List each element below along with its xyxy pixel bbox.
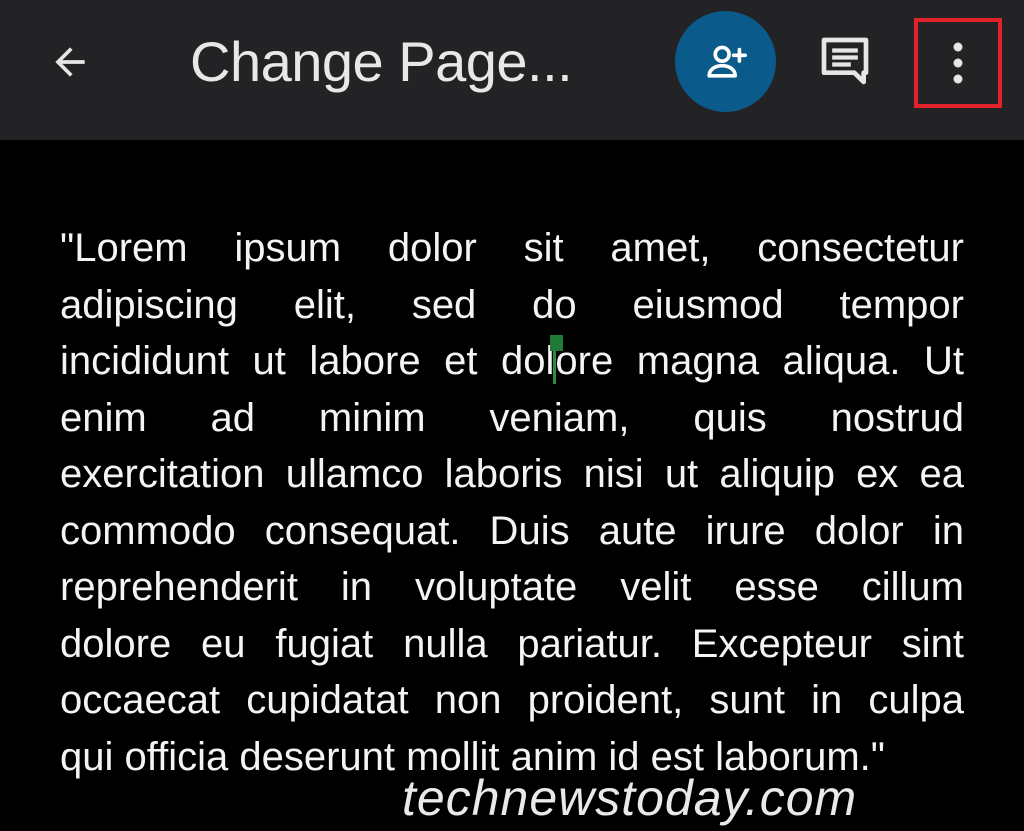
app-bar: Change Page... [0, 0, 1024, 140]
text-line-with-cursor: incididunt ut labore et dolore magna ali… [60, 333, 964, 390]
text-cursor[interactable] [550, 335, 564, 384]
text-line-content: exercitation ullamco laboris nisi ut ali… [60, 452, 964, 496]
text-line-content: "Lorem ipsum dolor sit amet, consectetur [60, 226, 964, 270]
document-title[interactable]: Change Page... [190, 26, 573, 98]
text-line: commodo consequat. Duis aute irure dolor… [60, 503, 964, 560]
text-line-content: commodo consequat. Duis aute irure dolor… [60, 508, 964, 553]
text-line-content: adipiscing elit, sed do eiusmod tempor [60, 282, 964, 327]
text-line: adipiscing elit, sed do eiusmod tempor [60, 277, 964, 334]
text-line-content: occaecat cupidatat non proident, sunt in… [60, 678, 964, 722]
text-line: occaecat cupidatat non proident, sunt in… [60, 672, 964, 729]
text-line: "Lorem ipsum dolor sit amet, consectetur [60, 220, 964, 277]
text-line: enim ad minim veniam, quis nostrud [60, 390, 964, 447]
more-vert-icon [953, 42, 963, 84]
comment-icon [821, 37, 869, 85]
arrow-left-icon [55, 47, 85, 77]
more-options-button[interactable] [914, 18, 1002, 108]
watermark: technewstoday.com [402, 770, 858, 826]
share-button[interactable] [675, 11, 776, 112]
comment-button[interactable] [810, 30, 880, 92]
text-line-content: reprehenderit in voluptate velit esse ci… [60, 565, 964, 609]
text-line: exercitation ullamco laboris nisi ut ali… [60, 446, 964, 503]
text-before-cursor: incididunt ut labore et dol [60, 339, 555, 383]
text-line-content: dolore eu fugiat nulla pariatur. Excepte… [60, 621, 964, 666]
text-line: reprehenderit in voluptate velit esse ci… [60, 559, 964, 616]
text-line: dolore eu fugiat nulla pariatur. Excepte… [60, 616, 964, 673]
document-body[interactable]: "Lorem ipsum dolor sit amet, consectetur… [60, 220, 964, 785]
text-after-cursor: ore magna aliqua. Ut [555, 339, 965, 383]
back-button[interactable] [38, 30, 102, 94]
text-line-content: enim ad minim veniam, quis nostrud [60, 395, 964, 440]
person-add-icon [706, 45, 747, 78]
